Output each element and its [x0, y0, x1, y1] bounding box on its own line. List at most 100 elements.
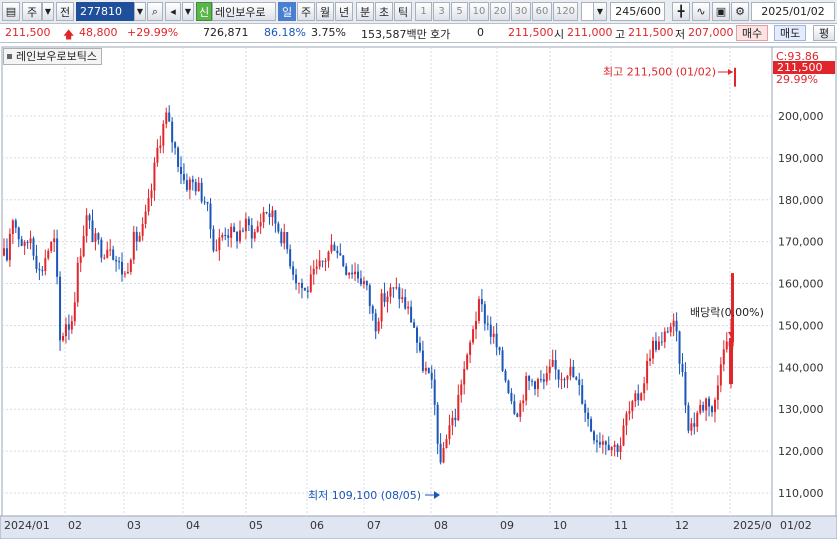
candle-body — [283, 232, 286, 244]
candle-body — [118, 261, 121, 263]
period-year[interactable]: 년 — [335, 2, 353, 21]
candle-body — [298, 282, 300, 284]
period-month[interactable]: 월 — [316, 2, 334, 21]
candle-body — [342, 255, 345, 267]
x-tick-label: 10 — [553, 519, 567, 532]
candle-body — [8, 233, 11, 261]
x-tick-label: 2024/01 — [4, 519, 50, 532]
buy-button[interactable]: 매수 — [736, 25, 769, 41]
price-repeat: 211,500 — [508, 26, 554, 39]
market-dropdown-icon[interactable]: ▼ — [42, 2, 54, 21]
candle-body — [121, 261, 123, 275]
candle-body — [306, 290, 309, 292]
code-input[interactable]: 277810 — [76, 2, 134, 21]
candle-body — [522, 400, 525, 404]
candle-body — [188, 179, 191, 190]
candle-body — [598, 442, 601, 445]
interval-30[interactable]: 30 — [511, 2, 531, 21]
candle-body — [705, 398, 708, 411]
candle-body — [380, 293, 383, 322]
x-tick-label: 11 — [614, 519, 628, 532]
candle-body — [395, 287, 398, 289]
candle-body — [123, 273, 126, 275]
candle-body — [548, 366, 551, 374]
y-tick-label: 190,000 — [778, 152, 824, 165]
candle-body — [126, 271, 129, 274]
interval-10[interactable]: 10 — [469, 2, 489, 21]
x-tick-label: 08 — [434, 519, 448, 532]
period-tick[interactable]: 틱 — [394, 2, 412, 21]
candle-body — [182, 174, 185, 181]
date-input[interactable]: 2025/01/02 — [751, 2, 835, 21]
candle-body — [430, 372, 433, 380]
code-dropdown-icon[interactable]: ▼ — [134, 2, 146, 21]
candle-body — [542, 379, 545, 382]
candle-body — [713, 399, 716, 413]
x-tick-label: 09 — [500, 519, 514, 532]
candle-body — [265, 212, 268, 214]
candle-body — [569, 366, 572, 376]
candle-body — [64, 324, 67, 336]
candle-body — [56, 238, 59, 277]
candle-body — [702, 404, 705, 411]
candle-body — [197, 182, 200, 192]
period-second[interactable]: 초 — [375, 2, 393, 21]
sell-button[interactable]: 매도 — [774, 25, 807, 41]
candle-body — [551, 359, 554, 367]
candle-body — [53, 238, 56, 243]
quote-bar: 211,500 🡅 48,800 +29.99% 726,871 86.18% … — [0, 24, 837, 43]
candle-body — [300, 282, 303, 289]
candle-body — [463, 368, 466, 385]
candle-body — [162, 123, 165, 146]
candle-body — [454, 417, 457, 421]
period-day[interactable]: 일 — [278, 2, 296, 21]
candle-body — [581, 385, 584, 404]
candle-icon[interactable]: ╋ — [672, 2, 690, 21]
interval-1[interactable]: 1 — [415, 2, 432, 21]
candle-body — [215, 250, 218, 252]
candle-body — [475, 320, 477, 330]
candle-body — [147, 197, 150, 212]
candle-body — [675, 320, 678, 332]
candle-body — [442, 448, 445, 463]
speaker-dropdown-icon[interactable]: ▼ — [182, 2, 194, 21]
candle-body — [97, 233, 100, 240]
speaker-icon[interactable]: ◂ — [165, 2, 181, 21]
x-tick-label: 02 — [68, 519, 82, 532]
interval-3[interactable]: 3 — [433, 2, 450, 21]
save-icon[interactable]: ▣ — [712, 2, 730, 21]
candle-body — [613, 444, 616, 447]
candle-body — [336, 250, 339, 254]
candle-body — [185, 180, 188, 190]
interval-120[interactable]: 120 — [553, 2, 578, 21]
candle-body — [427, 367, 430, 373]
candle-body — [115, 259, 118, 262]
menu-icon[interactable]: ▤ — [2, 2, 20, 21]
stock-name: 레인보우로 — [212, 2, 276, 21]
candle-body — [153, 162, 156, 191]
candle-body — [241, 230, 244, 232]
mode-button[interactable]: 전 — [56, 2, 74, 21]
gear-icon[interactable]: ⚙ — [731, 2, 749, 21]
candle-body — [73, 302, 76, 322]
candle-body — [451, 417, 454, 426]
trend-tool-icon[interactable]: ∿ — [692, 2, 710, 21]
candle-body — [486, 323, 489, 325]
y-tick-label: 200,000 — [778, 110, 824, 123]
count-input[interactable]: 245/600 — [610, 2, 665, 21]
period-minute[interactable]: 분 — [356, 2, 374, 21]
search-icon[interactable]: ⌕ — [147, 2, 163, 21]
hoga-label: 호가 — [430, 28, 451, 41]
interval-5[interactable]: 5 — [451, 2, 468, 21]
market-select[interactable]: 주 — [22, 2, 42, 21]
candle-body — [622, 425, 625, 446]
interval-60[interactable]: 60 — [532, 2, 552, 21]
interval-dropdown-icon[interactable]: ▼ — [593, 2, 607, 21]
eval-button[interactable]: 평 — [813, 25, 836, 41]
plot-area[interactable] — [1, 46, 773, 517]
candle-body — [513, 401, 516, 414]
interval-20[interactable]: 20 — [490, 2, 510, 21]
candle-body — [448, 425, 451, 440]
price-chart[interactable]: 110,000 120,000 130,000 140,000 150,000 160,0… — [0, 43, 837, 539]
period-week[interactable]: 주 — [297, 2, 315, 21]
